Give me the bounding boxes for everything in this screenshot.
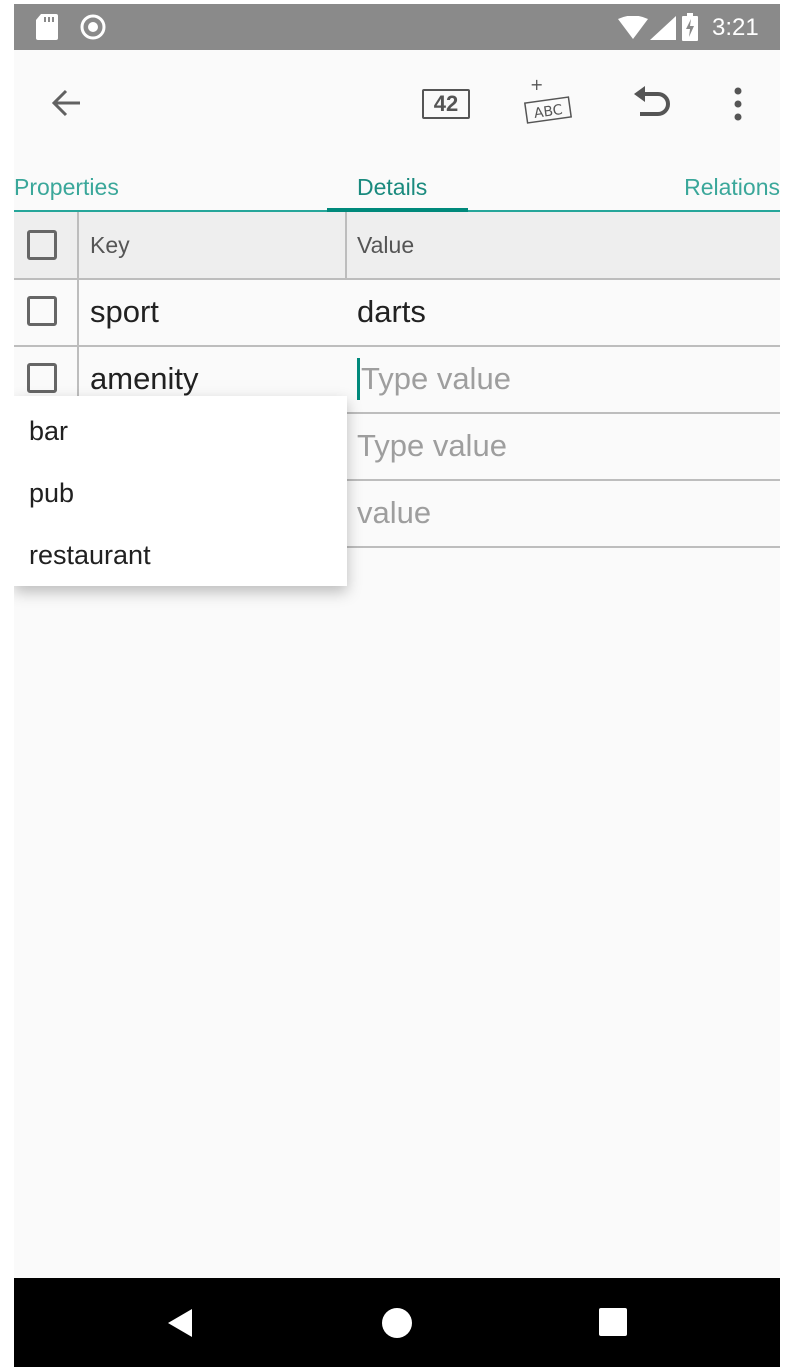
text-cursor (357, 358, 360, 400)
status-bar: 3:21 (14, 4, 780, 50)
autocomplete-dropdown: bar pub restaurant (14, 396, 347, 586)
abc-plus-mark: + (530, 78, 543, 94)
tab-bar: Properties Details Relations (14, 160, 780, 214)
value-field[interactable]: value (357, 495, 431, 531)
value-field[interactable]: Type value (357, 428, 507, 464)
table-header: Key Value (14, 212, 780, 280)
navigation-bar (14, 1278, 780, 1367)
home-circle-icon[interactable] (380, 1306, 414, 1340)
tab-relations[interactable]: Relations (684, 174, 780, 201)
dropdown-item-restaurant[interactable]: restaurant (29, 540, 151, 571)
tab-properties[interactable]: Properties (14, 174, 119, 201)
back-triangle-icon[interactable] (164, 1306, 198, 1340)
select-all-checkbox[interactable] (27, 230, 57, 260)
arrow-left-icon[interactable] (50, 86, 84, 120)
header-key: Key (90, 232, 130, 258)
tab-details[interactable]: Details (357, 174, 427, 201)
more-vertical-icon[interactable] (730, 86, 746, 122)
dropdown-item-bar[interactable]: bar (29, 416, 68, 447)
recents-square-icon[interactable] (598, 1307, 628, 1337)
table-row: sport darts (14, 280, 780, 347)
row-checkbox[interactable] (27, 296, 57, 326)
record-icon (80, 14, 106, 40)
sd-card-icon (36, 14, 58, 40)
value-field[interactable]: Type value (361, 361, 511, 397)
row-checkbox[interactable] (27, 363, 57, 393)
table-row: value (347, 481, 780, 548)
abc-plus-icon[interactable]: + ABC (520, 78, 576, 128)
screen: 3:21 42 + ABC Properties Details Relatio… (14, 4, 780, 1367)
toolbar: 42 + ABC (14, 50, 780, 160)
undo-icon[interactable] (632, 86, 674, 122)
signal-icon (650, 16, 676, 40)
count-badge[interactable]: 42 (422, 89, 470, 119)
battery-charging-icon (682, 13, 698, 41)
wifi-icon (618, 16, 648, 39)
header-value: Value (357, 232, 415, 258)
key-field[interactable]: amenity (90, 361, 199, 397)
table-row: Type value (347, 414, 780, 481)
column-divider (77, 212, 79, 278)
dropdown-item-pub[interactable]: pub (29, 478, 74, 509)
value-field[interactable]: darts (357, 294, 426, 330)
column-divider (345, 212, 347, 278)
column-divider (77, 280, 79, 345)
status-time: 3:21 (712, 14, 759, 41)
key-field[interactable]: sport (90, 294, 159, 330)
